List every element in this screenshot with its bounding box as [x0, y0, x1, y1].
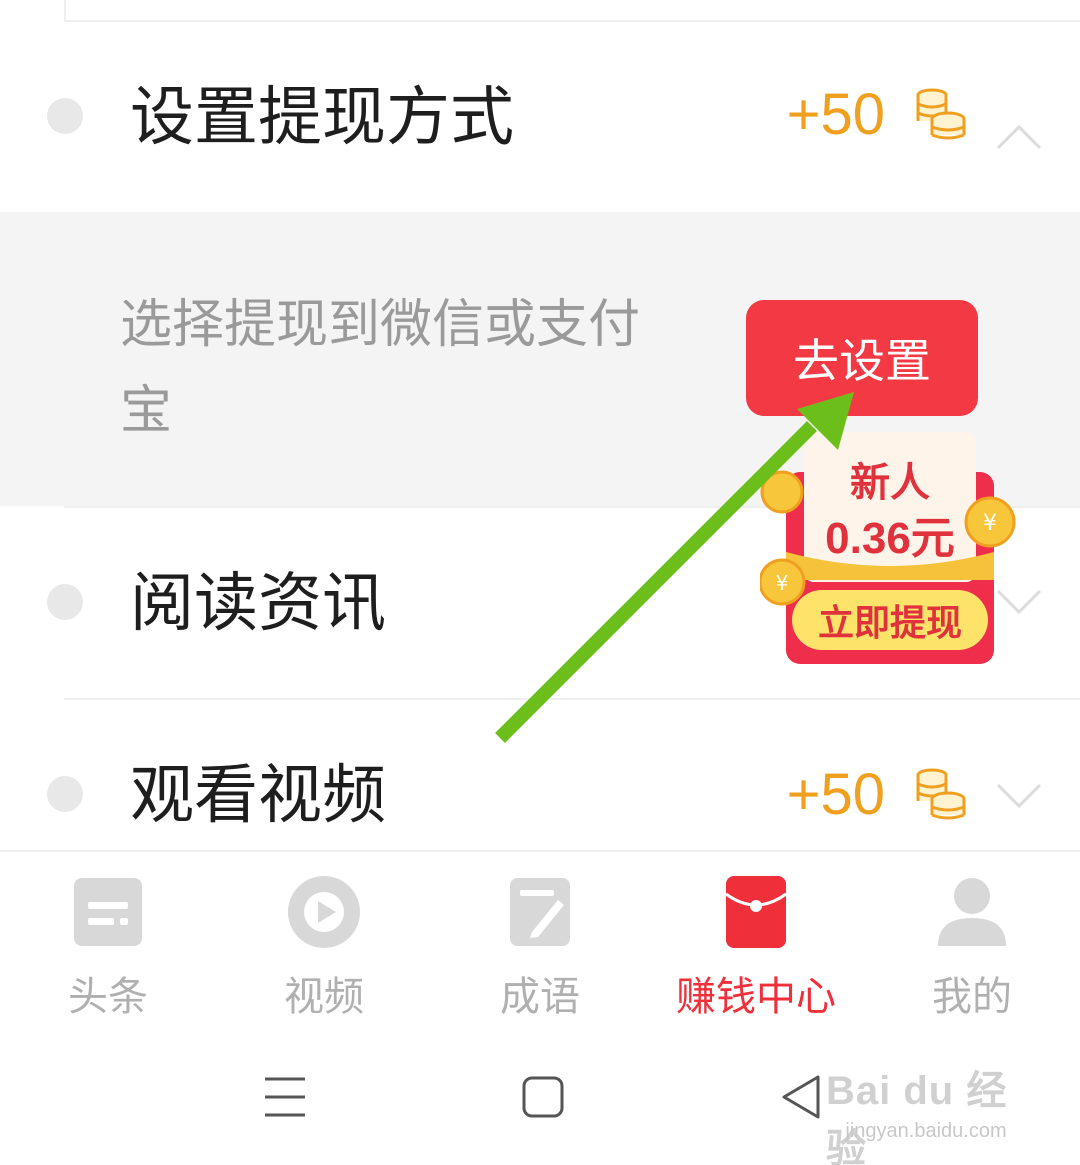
go-settings-button[interactable]: 去设置 — [746, 300, 978, 416]
task-description: 选择提现到微信或支付宝 — [120, 295, 641, 441]
chevron-down-icon[interactable] — [996, 782, 1042, 808]
task-title: 观看视频 — [130, 759, 386, 833]
svg-text:¥: ¥ — [776, 571, 789, 595]
timeline-dot — [47, 776, 83, 812]
tab-label: 头条 — [68, 974, 148, 1020]
play-icon — [288, 876, 360, 948]
tab-headline[interactable]: 头条 — [0, 852, 216, 1027]
person-icon — [938, 878, 1006, 946]
chevron-up-icon[interactable] — [996, 124, 1042, 150]
new-user-promo[interactable]: ¥ ¥ 新人 0.36元 立即提现 — [760, 430, 1020, 670]
promo-heading: 新人 — [850, 460, 930, 506]
headline-icon — [74, 878, 142, 946]
back-icon[interactable] — [772, 1067, 832, 1127]
withdraw-now-button[interactable]: 立即提现 — [792, 590, 988, 650]
task-setup-withdrawal[interactable]: 设置提现方式 +50 — [0, 22, 1080, 212]
tab-label: 视频 — [284, 974, 364, 1020]
tab-earn-center[interactable]: 赚钱中心 — [648, 852, 864, 1027]
tab-label: 赚钱中心 — [676, 974, 836, 1020]
tab-label: 成语 — [500, 974, 580, 1020]
task-reward: +50 — [786, 762, 885, 827]
tab-video[interactable]: 视频 — [216, 852, 432, 1027]
home-icon[interactable] — [513, 1067, 573, 1127]
timeline-dot — [47, 98, 83, 134]
tab-idiom[interactable]: 成语 — [432, 852, 648, 1027]
coins-icon — [916, 88, 966, 140]
bottom-tab-bar: 头条 视频 成语 赚钱中心 我的 — [0, 850, 1080, 1025]
menu-icon[interactable] — [255, 1067, 315, 1127]
timeline-dot — [47, 584, 83, 620]
task-watch-video[interactable]: 观看视频 +50 — [0, 700, 1080, 850]
watermark-url: jingyan.baidu.com — [845, 1120, 1007, 1142]
coins-icon — [916, 768, 966, 820]
promo-amount: 0.36元 — [825, 514, 955, 563]
tab-label: 我的 — [932, 974, 1012, 1020]
task-reward: +50 — [786, 82, 885, 147]
watermark-logo: Bai du 经验 — [826, 1069, 1008, 1165]
tab-me[interactable]: 我的 — [864, 852, 1080, 1027]
baidu-jingyan-watermark: Bai du 经验 jingyan.baidu.com — [826, 1058, 1026, 1165]
idiom-icon — [510, 878, 570, 946]
red-envelope-icon — [725, 876, 787, 948]
task-title: 阅读资讯 — [130, 567, 386, 641]
task-title: 设置提现方式 — [130, 81, 514, 155]
svg-text:¥: ¥ — [983, 511, 997, 536]
